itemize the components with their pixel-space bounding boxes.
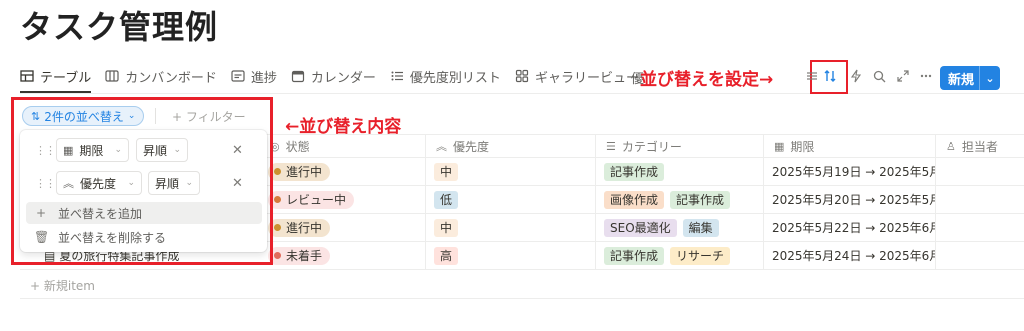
- tab-board[interactable]: カンバンボード: [105, 62, 217, 90]
- assignee-cell[interactable]: [936, 158, 1024, 185]
- view-tabs: テーブル カンバンボード 進捗 カレンダー 優先度別リスト ギャラリービュー: [20, 62, 653, 93]
- column-header-priority[interactable]: ︽ 優先度: [426, 135, 596, 157]
- status-label: 未着手: [286, 249, 323, 263]
- deadline-cell[interactable]: 2025年5月20日 → 2025年5月24日: [764, 186, 936, 213]
- priority-badge: 高: [434, 246, 459, 265]
- chevron-down-icon[interactable]: ⌄: [980, 72, 1000, 85]
- category-tag: 画像作成: [604, 190, 665, 209]
- category-tag: 記事作成: [604, 246, 665, 265]
- calendar-icon: [291, 69, 305, 83]
- status-cell[interactable]: レビュー中: [260, 186, 426, 213]
- list-icon[interactable]: [804, 68, 820, 84]
- new-button[interactable]: 新規 ⌄: [940, 66, 1000, 90]
- category-tag: 記事作成: [670, 190, 731, 209]
- assignee-cell[interactable]: [936, 186, 1024, 213]
- new-item-button[interactable]: + 新規item: [30, 277, 95, 294]
- tab-progress[interactable]: 進捗: [231, 62, 277, 90]
- status-cell[interactable]: 進行中: [260, 158, 426, 185]
- annotation-sort-setting: 並び替えを設定→: [640, 70, 774, 90]
- tab-priority-list[interactable]: 優先度別リスト: [390, 62, 501, 90]
- tab-label: カンバンボード: [125, 70, 217, 86]
- assignee-cell[interactable]: [936, 214, 1024, 241]
- annotation-sort-contents: ←並び替え内容: [285, 117, 402, 137]
- category-tag: リサーチ: [670, 246, 731, 265]
- category-cell[interactable]: 記事作成 リサーチ: [596, 242, 764, 269]
- table-icon: [20, 69, 34, 83]
- table-header: ◎ 状態 ︽ 優先度 ☰ カテゴリー ▦ 期限 ♙ 担当者: [260, 134, 1024, 158]
- calendar-icon: ▦: [774, 139, 785, 153]
- category-tag: 記事作成: [604, 162, 665, 181]
- tab-label: 進捗: [250, 70, 277, 86]
- assignee-cell[interactable]: [936, 242, 1024, 269]
- tab-label: ギャラリービュー: [534, 70, 639, 86]
- tab-label: 優先度別リスト: [409, 70, 501, 86]
- deadline-cell[interactable]: 2025年5月24日 → 2025年6月4日: [764, 242, 936, 269]
- category-tag: SEO最適化: [604, 218, 677, 237]
- status-dot: [274, 252, 281, 259]
- priority-icon: ︽: [436, 140, 447, 153]
- column-header-assignee[interactable]: ♙ 担当者: [936, 135, 1024, 157]
- column-label: 期限: [790, 139, 815, 154]
- priority-cell[interactable]: 低: [426, 186, 596, 213]
- highlight-box: [11, 97, 273, 265]
- status-badge: 進行中: [268, 218, 331, 237]
- status-badge: 未着手: [268, 246, 331, 265]
- priority-cell[interactable]: 高: [426, 242, 596, 269]
- new-button-label: 新規: [948, 72, 975, 88]
- deadline-cell[interactable]: 2025年5月19日 → 2025年5月30日: [764, 158, 936, 185]
- person-icon: ♙: [946, 139, 956, 153]
- search-icon[interactable]: [871, 68, 887, 84]
- category-cell[interactable]: 画像作成 記事作成: [596, 186, 764, 213]
- status-badge: 進行中: [268, 162, 331, 181]
- board-icon: [105, 69, 119, 83]
- column-label: 担当者: [961, 139, 998, 154]
- status-cell[interactable]: 進行中: [260, 214, 426, 241]
- divider: [20, 298, 1024, 299]
- tab-calendar[interactable]: カレンダー: [291, 62, 376, 90]
- category-cell[interactable]: SEO最適化 編集: [596, 214, 764, 241]
- tab-label: テーブル: [40, 70, 92, 86]
- column-label: 状態: [285, 139, 310, 154]
- column-header-deadline[interactable]: ▦ 期限: [764, 135, 936, 157]
- list-icon: [390, 69, 404, 83]
- priority-badge: 中: [434, 162, 459, 181]
- status-dot: [274, 168, 281, 175]
- status-label: 進行中: [286, 165, 323, 179]
- tab-gallery[interactable]: ギャラリービュー: [515, 62, 639, 90]
- page-title: タスク管理例: [20, 8, 219, 46]
- expand-icon[interactable]: [895, 68, 911, 84]
- progress-icon: [231, 69, 245, 83]
- category-cell[interactable]: 記事作成: [596, 158, 764, 185]
- priority-cell[interactable]: 中: [426, 214, 596, 241]
- gallery-icon: [515, 69, 529, 83]
- category-tag: 編集: [682, 218, 719, 237]
- lightning-icon[interactable]: [848, 68, 864, 84]
- column-label: 優先度: [453, 139, 490, 154]
- status-label: 進行中: [286, 221, 323, 235]
- more-icon[interactable]: [918, 68, 934, 84]
- status-label: レビュー中: [286, 193, 347, 207]
- column-header-category[interactable]: ☰ カテゴリー: [596, 135, 764, 157]
- priority-cell[interactable]: 中: [426, 158, 596, 185]
- sort-icon[interactable]: [822, 68, 838, 84]
- deadline-cell[interactable]: 2025年5月22日 → 2025年6月1日: [764, 214, 936, 241]
- priority-badge: 中: [434, 218, 459, 237]
- tab-table[interactable]: テーブル: [20, 62, 92, 93]
- status-cell[interactable]: 未着手: [260, 242, 426, 269]
- status-dot: [274, 224, 281, 231]
- priority-badge: 低: [434, 190, 459, 209]
- status-dot: [274, 196, 281, 203]
- status-badge: レビュー中: [268, 190, 355, 209]
- tab-label: カレンダー: [310, 70, 376, 86]
- tab-divider: [20, 93, 1024, 94]
- multiselect-icon: ☰: [606, 139, 616, 153]
- column-label: カテゴリー: [621, 139, 682, 154]
- column-header-status[interactable]: ◎ 状態: [260, 135, 426, 157]
